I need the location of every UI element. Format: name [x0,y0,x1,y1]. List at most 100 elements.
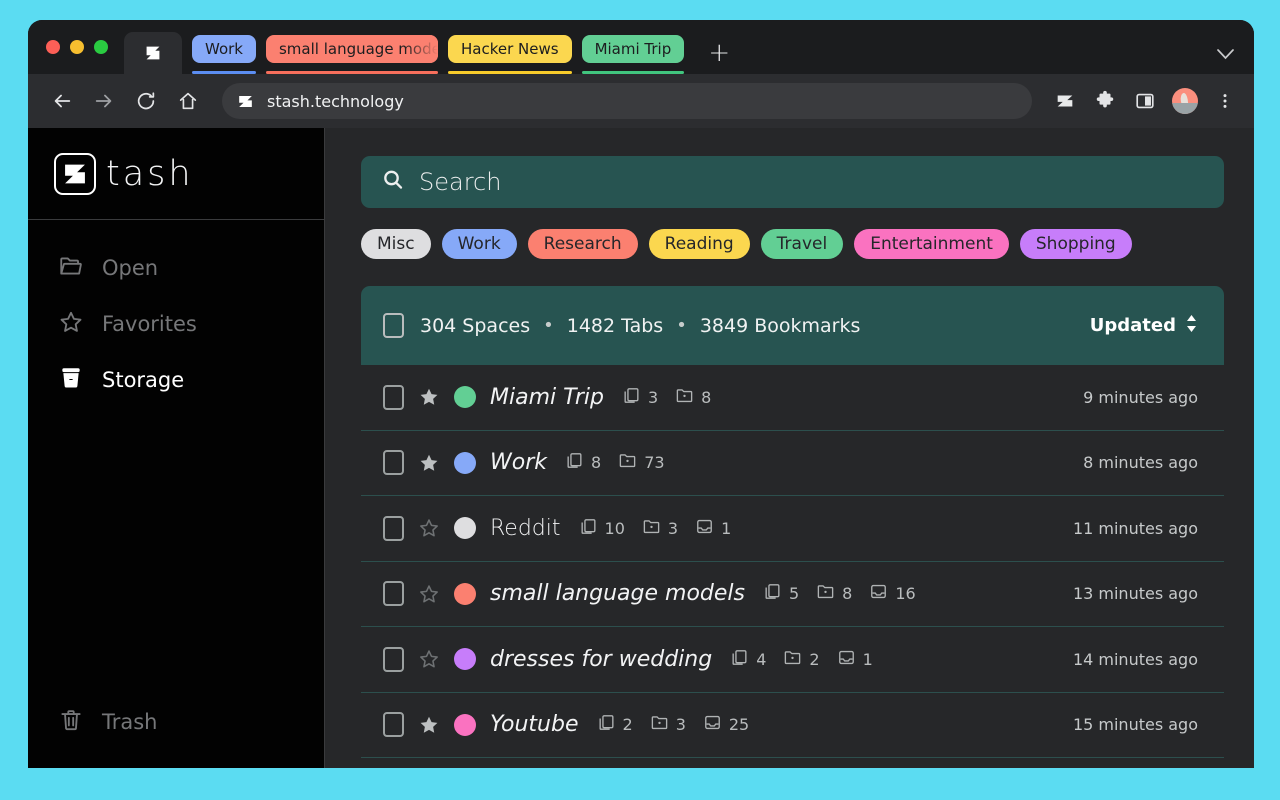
address-bar-url: stash.technology [267,92,404,111]
row-timestamp: 11 minutes ago [1073,519,1198,538]
sidebar-item-trash[interactable]: Trash [28,694,324,750]
metric-bookmarks: 3 [642,517,678,540]
star-outline-icon[interactable] [418,517,440,539]
sort-control[interactable]: Updated [1090,313,1198,339]
search-input[interactable]: Search [361,156,1224,208]
storage-box-icon [58,365,84,396]
table-row[interactable]: Work8738 minutes ago [361,431,1224,497]
tab-strip: Work small language mode Hacker News Mia… [28,20,1254,74]
table-row[interactable]: dresses for wedding42114 minutes ago [361,627,1224,693]
metric-tabs: 10 [579,517,625,540]
home-icon[interactable] [170,83,206,119]
metric-tabs-count: 8 [591,453,601,472]
chip-travel[interactable]: Travel [761,229,844,259]
select-all-checkbox[interactable] [383,313,404,338]
metric-tabs: 8 [565,451,601,474]
star-filled-icon[interactable] [418,714,440,736]
star-filled-icon[interactable] [418,386,440,408]
sidebar-trash-section: Trash [28,694,324,768]
main-panel: Search Misc Work Research Reading Travel… [325,128,1254,768]
metric-bookmarks: 2 [783,648,819,671]
space-color-dot [454,452,476,474]
tab-small-language-models-pill[interactable]: small language mode [266,35,438,63]
address-bar[interactable]: stash.technology [222,83,1032,119]
tab-miami-trip[interactable]: Miami Trip [582,32,685,74]
sidebar-item-open[interactable]: Open [28,240,324,296]
row-checkbox[interactable] [383,581,404,606]
table-row[interactable]: Youtube232515 minutes ago [361,693,1224,759]
row-metrics: 38 [622,386,1069,409]
star-filled-icon[interactable] [418,452,440,474]
brand-logo[interactable]: tash [28,128,324,220]
chip-research[interactable]: Research [528,229,638,259]
tabs-stack-icon [579,517,598,540]
space-name[interactable]: Youtube [490,712,579,737]
reload-icon[interactable] [128,83,164,119]
list-summary: 304 Spaces • 1482 Tabs • 3849 Bookmarks [420,315,1074,337]
extensions-puzzle-icon[interactable] [1092,88,1118,114]
chip-research-label: Research [544,234,622,254]
row-timestamp: 9 minutes ago [1083,388,1198,407]
tab-hacker-news-pill[interactable]: Hacker News [448,35,572,63]
tabs-stack-icon [565,451,584,474]
zoom-window-button[interactable] [94,40,108,54]
space-name[interactable]: dresses for wedding [490,647,712,672]
row-checkbox[interactable] [383,647,404,672]
trash-icon [58,707,84,738]
table-row[interactable]: Reddit 10 3 1 11 minutes ago [361,496,1224,562]
side-panel-icon[interactable] [1132,88,1158,114]
forward-arrow-icon[interactable] [86,83,122,119]
star-outline-icon[interactable] [418,583,440,605]
toolbar-icons [1052,88,1238,114]
browser-toolbar: stash.technology [28,74,1254,128]
tab-miami-trip-underline [582,71,685,74]
tab-work[interactable]: Work [192,32,256,74]
sidebar-item-trash-label: Trash [102,710,158,734]
row-checkbox[interactable] [383,450,404,475]
table-row[interactable]: small language models581613 minutes ago [361,562,1224,628]
close-window-button[interactable] [46,40,60,54]
metric-notes-count: 1 [721,519,731,538]
tab-list-chevron-down-icon[interactable] [1217,46,1234,64]
bookmark-folder-icon [650,713,669,736]
space-rows: Miami Trip389 minutes agoWork8738 minute… [361,365,1224,758]
tab-hacker-news-underline [448,71,572,74]
space-name[interactable]: Reddit [490,516,561,541]
sidebar-item-storage[interactable]: Storage [28,352,324,408]
chip-misc[interactable]: Misc [361,229,431,259]
search-icon [381,168,405,196]
chip-shopping[interactable]: Shopping [1020,229,1132,259]
metric-tabs-count: 10 [605,519,625,538]
row-checkbox[interactable] [383,712,404,737]
new-tab-button[interactable]: + [702,36,736,70]
page-content: tash Open Favorites [28,128,1254,768]
tab-miami-trip-label: Miami Trip [595,40,672,58]
tab-small-language-models[interactable]: small language mode [266,32,438,74]
metric-tabs-count: 5 [789,584,799,603]
table-row[interactable]: Miami Trip 38 9 minutes ago [361,365,1224,431]
more-menu-icon[interactable] [1212,88,1238,114]
profile-avatar[interactable] [1172,88,1198,114]
row-checkbox[interactable] [383,516,404,541]
space-name[interactable]: Miami Trip [490,385,604,410]
tab-work-label: Work [205,40,243,58]
chip-work[interactable]: Work [442,229,517,259]
space-name[interactable]: small language models [490,581,745,606]
row-checkbox[interactable] [383,385,404,410]
stash-extension-icon[interactable] [1052,88,1078,114]
bookmark-folder-icon [618,451,637,474]
minimize-window-button[interactable] [70,40,84,54]
back-arrow-icon[interactable] [44,83,80,119]
chip-reading[interactable]: Reading [649,229,750,259]
tab-miami-trip-pill[interactable]: Miami Trip [582,35,685,63]
space-name[interactable]: Work [490,450,547,475]
metric-tabs: 2 [597,713,633,736]
sidebar-item-favorites[interactable]: Favorites [28,296,324,352]
tab-work-pill[interactable]: Work [192,35,256,63]
spaces-list: 304 Spaces • 1482 Tabs • 3849 Bookmarks … [361,286,1224,758]
star-outline-icon[interactable] [418,648,440,670]
tab-stash-active[interactable] [124,32,182,74]
chip-entertainment[interactable]: Entertainment [854,229,1009,259]
sort-label: Updated [1090,315,1176,336]
tab-hacker-news[interactable]: Hacker News [448,32,572,74]
